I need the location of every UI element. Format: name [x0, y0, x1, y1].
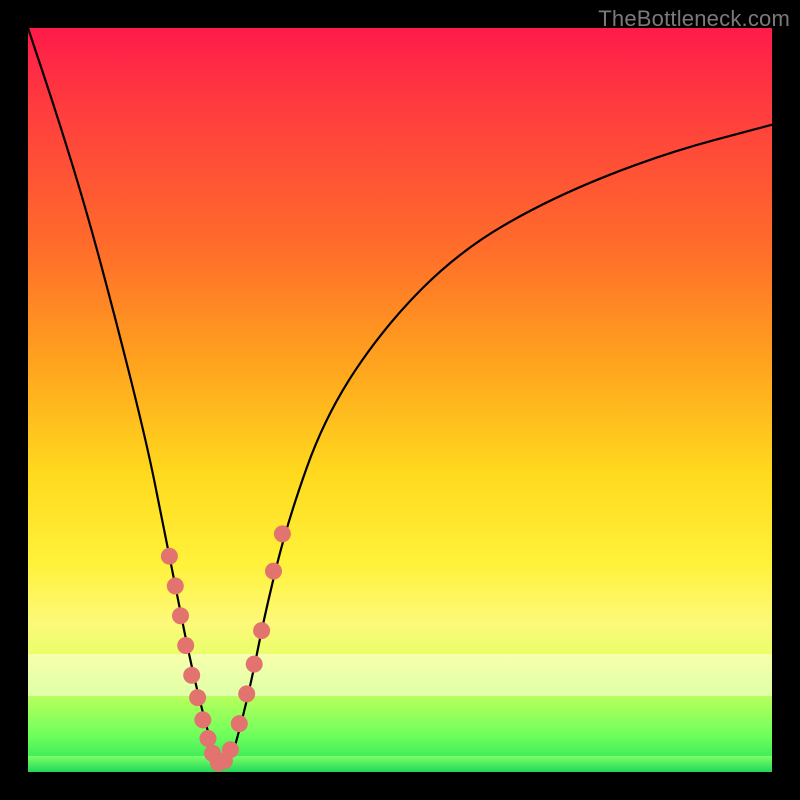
highlight-dot	[274, 525, 291, 542]
highlight-dots-group	[161, 525, 291, 771]
watermark-text: TheBottleneck.com	[598, 6, 790, 32]
highlight-dot	[253, 622, 270, 639]
highlight-dot	[265, 563, 282, 580]
highlight-dot	[222, 741, 239, 758]
bottleneck-curve	[28, 28, 772, 765]
highlight-dot	[200, 730, 217, 747]
highlight-dot	[161, 548, 178, 565]
chart-svg	[28, 28, 772, 772]
highlight-dot	[238, 685, 255, 702]
outer-frame: TheBottleneck.com	[0, 0, 800, 800]
highlight-dot	[172, 607, 189, 624]
highlight-dot	[189, 689, 206, 706]
highlight-dot	[183, 667, 200, 684]
highlight-dot	[231, 715, 248, 732]
highlight-dot	[194, 711, 211, 728]
highlight-dot	[167, 578, 184, 595]
highlight-dot	[177, 637, 194, 654]
highlight-dot	[246, 656, 263, 673]
